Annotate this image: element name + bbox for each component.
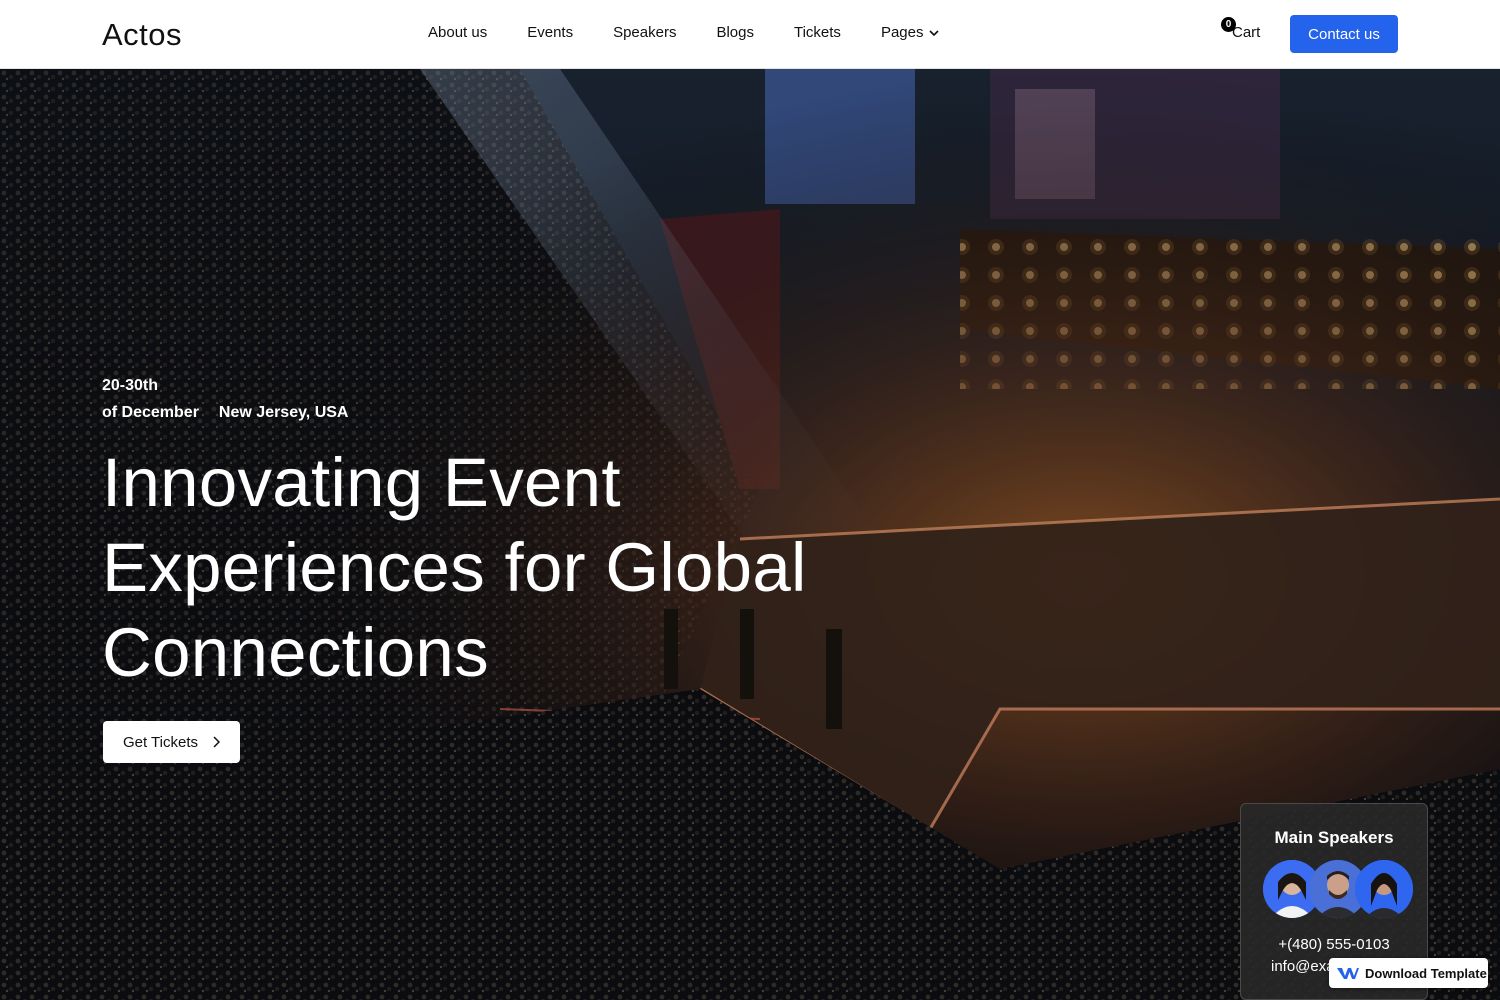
contact-button[interactable]: Contact us <box>1290 15 1398 53</box>
chevron-right-icon <box>213 736 221 748</box>
cart-count-badge: 0 <box>1221 17 1236 32</box>
nav-item-label: Events <box>527 24 574 41</box>
nav-item-label: Speakers <box>613 24 677 41</box>
cart-label: Cart <box>1232 24 1261 41</box>
speakers-title: Main Speakers <box>1274 828 1394 847</box>
nav-item-blogs[interactable]: Blogs <box>716 24 754 41</box>
download-template-label: Download Template <box>1365 965 1487 981</box>
get-tickets-label: Get Tickets <box>122 733 199 751</box>
nav-item-label: About us <box>428 24 488 41</box>
nav-item-tickets[interactable]: Tickets <box>794 24 841 41</box>
main-nav: About us Events Speakers Blogs Tickets P… <box>428 24 940 41</box>
site-header: Actos About us Events Speakers Blogs Tic… <box>0 0 1500 69</box>
nav-item-label: Tickets <box>793 24 841 41</box>
nav-item-label: Blogs <box>716 24 754 41</box>
nav-item-about[interactable]: About us <box>428 24 487 41</box>
speakers-phone[interactable]: +(480) 555-0103 <box>1241 936 1427 953</box>
webflow-logo-icon <box>1337 968 1359 979</box>
speakers-email[interactable]: info@exa <box>1271 958 1335 975</box>
nav-item-pages[interactable]: Pages <box>881 24 940 41</box>
event-month: of December <box>102 404 199 421</box>
nav-item-label: Pages <box>880 24 924 41</box>
event-dates: 20-30th <box>102 377 159 394</box>
cart-link[interactable]: 0 Cart <box>1221 17 1261 41</box>
speaker-avatars <box>1263 860 1413 918</box>
hero-headline: Innovating Event Experiences for Global … <box>102 444 807 691</box>
avatar[interactable] <box>1355 860 1413 918</box>
nav-item-speakers[interactable]: Speakers <box>613 24 676 41</box>
download-template-badge[interactable]: Download Template <box>1329 958 1488 988</box>
chevron-down-icon <box>929 29 940 36</box>
nav-item-events[interactable]: Events <box>527 24 573 41</box>
event-location: New Jersey, USA <box>218 404 349 421</box>
get-tickets-button[interactable]: Get Tickets <box>103 721 240 763</box>
logo[interactable]: Actos <box>102 17 182 53</box>
event-meta: of December New Jersey, USA <box>102 404 348 422</box>
